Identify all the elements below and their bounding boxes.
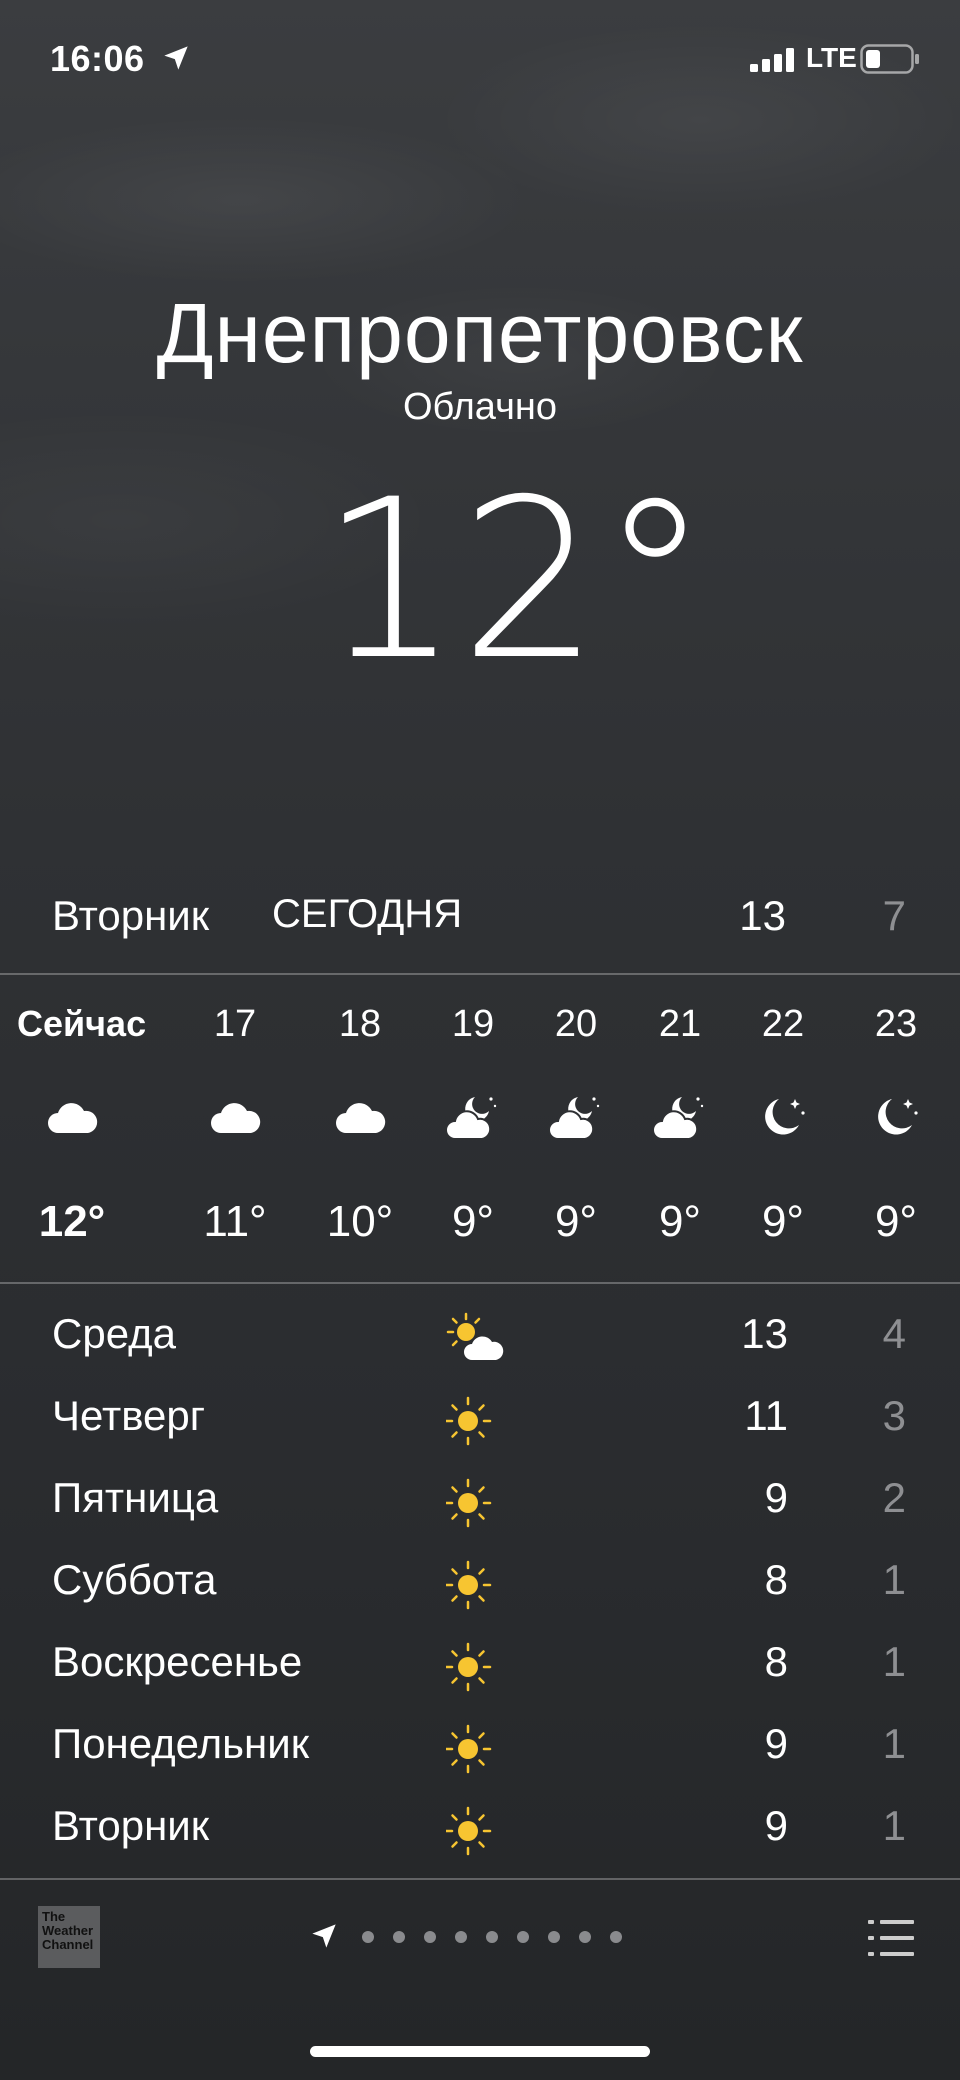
cloud-moon-icon bbox=[652, 1093, 708, 1143]
hour-temperature: 11° bbox=[203, 1197, 267, 1246]
location-arrow-icon bbox=[312, 1924, 336, 1948]
day-high: 11 bbox=[744, 1392, 788, 1439]
sun-icon bbox=[444, 1392, 516, 1452]
page-dot[interactable] bbox=[579, 1931, 591, 1943]
city-name: Днепропетровск bbox=[156, 286, 804, 380]
daily-row: Воскресенье 8 1 bbox=[0, 1628, 960, 1710]
day-high: 9 bbox=[764, 1474, 788, 1521]
sun-icon bbox=[444, 1802, 516, 1862]
sun-icon bbox=[444, 1556, 516, 1616]
sun-icon bbox=[444, 1720, 516, 1780]
hour-temperature: 9° bbox=[761, 1197, 805, 1246]
day-high: 9 bbox=[764, 1802, 788, 1849]
divider bbox=[0, 1282, 960, 1284]
day-low: 1 bbox=[882, 1556, 906, 1603]
battery-icon bbox=[860, 44, 919, 74]
bottom-toolbar: The Weather Channel bbox=[0, 1880, 960, 2000]
daily-row: Вторник 9 1 bbox=[0, 1792, 960, 1874]
weather-condition: Облачно bbox=[402, 386, 557, 428]
hour-label: 21 bbox=[658, 1003, 702, 1045]
daily-row: Суббота 8 1 bbox=[0, 1546, 960, 1628]
hour-label: 22 bbox=[761, 1003, 805, 1045]
cloud-icon bbox=[332, 1093, 388, 1143]
hour-temperature: 10° bbox=[326, 1197, 394, 1246]
day-name: Воскресенье bbox=[52, 1638, 303, 1685]
day-high: 9 bbox=[764, 1720, 788, 1767]
daily-row: Среда 13 4 bbox=[0, 1300, 960, 1382]
today-low: 7 bbox=[882, 892, 906, 939]
page-dot[interactable] bbox=[455, 1931, 467, 1943]
day-name: Вторник bbox=[52, 1802, 210, 1849]
today-day: Вторник bbox=[52, 892, 210, 939]
hour-label: 20 bbox=[554, 1003, 598, 1045]
home-indicator[interactable] bbox=[310, 2046, 650, 2057]
sun-cloud-icon bbox=[446, 1310, 516, 1370]
weather-channel-logo[interactable]: The Weather Channel bbox=[38, 1906, 100, 1968]
day-name: Пятница bbox=[52, 1474, 219, 1521]
today-summary: Вторник СЕГОДНЯ 13 7 bbox=[0, 880, 960, 946]
city-list-icon[interactable] bbox=[868, 1918, 916, 1958]
daily-row: Пятница 9 2 bbox=[0, 1464, 960, 1546]
day-name: Понедельник bbox=[52, 1720, 310, 1767]
hour-temperature: 9° bbox=[451, 1197, 495, 1246]
daily-row: Четверг 11 3 bbox=[0, 1382, 960, 1464]
day-low: 1 bbox=[882, 1802, 906, 1849]
page-dot[interactable] bbox=[548, 1931, 560, 1943]
hourly-forecast[interactable]: Сейчас 12° 17 11° 18 10° 19 9° 20 9° 21 9° 22 9° 23 9° bbox=[0, 975, 960, 1280]
cloud-icon bbox=[44, 1093, 100, 1143]
hour-label: Сейчас bbox=[17, 1003, 147, 1044]
page-dot[interactable] bbox=[486, 1931, 498, 1943]
status-time: 16:06 bbox=[50, 38, 145, 79]
hour-temperature: 9° bbox=[658, 1197, 702, 1246]
hour-label: 17 bbox=[213, 1003, 257, 1045]
hour-temperature: 9° bbox=[874, 1197, 918, 1246]
signal-icon bbox=[750, 48, 794, 72]
page-dot[interactable] bbox=[424, 1931, 436, 1943]
page-dot[interactable] bbox=[610, 1931, 622, 1943]
day-high: 8 bbox=[764, 1556, 788, 1603]
today-high: 13 bbox=[739, 892, 786, 939]
daily-row: Понедельник 9 1 bbox=[0, 1710, 960, 1792]
day-name: Среда bbox=[52, 1310, 176, 1357]
moon-stars-icon bbox=[868, 1093, 924, 1143]
hour-temperature: 12° bbox=[38, 1197, 106, 1246]
hour-temperature: 9° bbox=[554, 1197, 598, 1246]
sun-icon bbox=[444, 1638, 516, 1698]
location-arrow-icon bbox=[164, 46, 188, 70]
moon-stars-icon bbox=[755, 1093, 811, 1143]
cloud-moon-icon bbox=[548, 1093, 604, 1143]
page-dot[interactable] bbox=[393, 1931, 405, 1943]
day-low: 4 bbox=[882, 1310, 906, 1357]
status-bar: 16:06 LTE bbox=[0, 0, 960, 120]
hour-label: 19 bbox=[451, 1003, 495, 1045]
day-low: 3 bbox=[882, 1392, 906, 1439]
day-name: Четверг bbox=[52, 1392, 206, 1439]
hour-label: 18 bbox=[338, 1003, 382, 1045]
hour-label: 23 bbox=[874, 1003, 918, 1045]
today-tag: СЕГОДНЯ bbox=[272, 892, 463, 936]
day-low: 1 bbox=[882, 1638, 906, 1685]
day-high: 13 bbox=[741, 1310, 788, 1357]
page-dot[interactable] bbox=[362, 1931, 374, 1943]
day-low: 1 bbox=[882, 1720, 906, 1767]
current-temperature: 12° bbox=[320, 452, 710, 708]
page-dot[interactable] bbox=[517, 1931, 529, 1943]
day-name: Суббота bbox=[52, 1556, 217, 1603]
cloud-icon bbox=[207, 1093, 263, 1143]
day-low: 2 bbox=[882, 1474, 906, 1521]
cloud-moon-icon bbox=[445, 1093, 501, 1143]
day-high: 8 bbox=[764, 1638, 788, 1685]
sun-icon bbox=[444, 1474, 516, 1534]
network-type: LTE bbox=[806, 42, 857, 73]
